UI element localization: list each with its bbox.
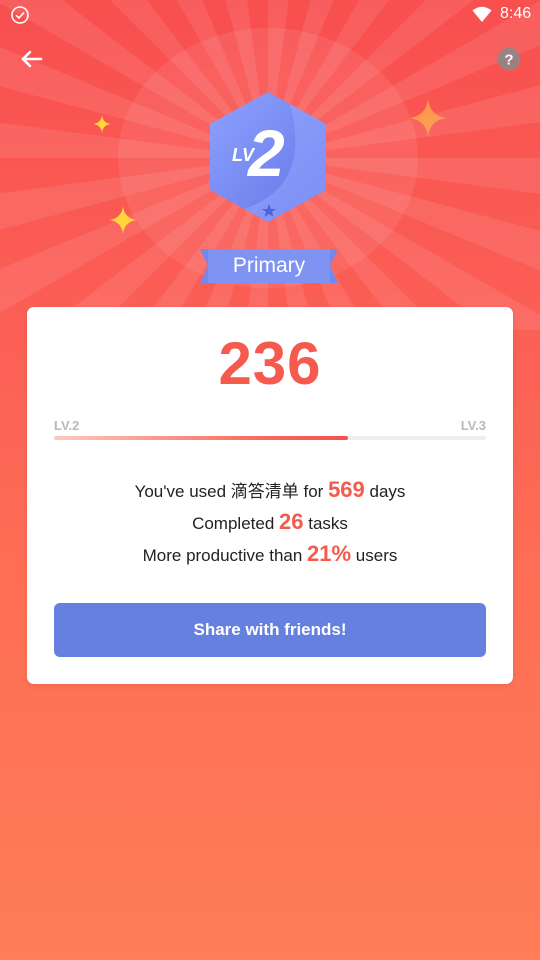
current-level-label: LV.2 (54, 418, 80, 433)
stat-value: 569 (328, 477, 365, 502)
score-value: 236 (218, 330, 322, 397)
stat-text: Completed (192, 514, 280, 533)
share-button[interactable]: Share with friends! (54, 603, 486, 657)
stat-text: days (364, 482, 406, 501)
level-badge: LV 2 (210, 92, 326, 222)
level-progress-bar (54, 436, 486, 440)
help-button[interactable]: ? (497, 47, 521, 71)
sparkle-icon (93, 115, 111, 133)
status-time: 8:46 (500, 5, 532, 22)
next-level-label: LV.3 (460, 418, 486, 433)
stat-text: More productive than (142, 546, 308, 565)
stat-value: 21% (307, 541, 352, 566)
svg-text:?: ? (504, 52, 513, 69)
stat-productivity: More productive than 21% users (27, 541, 513, 567)
stat-days-used: You've used 滴答清单 for 569 days (27, 477, 513, 503)
level-progress-fill (54, 436, 348, 440)
stat-value: 26 (279, 509, 304, 534)
check-circle-icon (11, 6, 29, 24)
badge-number: 2 (246, 116, 285, 190)
level-name: Primary (232, 254, 306, 277)
level-card: 236 LV.2 LV.3 You've used 滴答清单 for 569 d… (27, 307, 513, 684)
status-bar: 8:46 (0, 0, 540, 28)
stat-text: You've used 滴答清单 for (134, 482, 329, 501)
stat-tasks-completed: Completed 26 tasks (27, 509, 513, 535)
back-button[interactable] (18, 46, 46, 72)
stat-text: tasks (303, 514, 348, 533)
sparkle-icon (109, 206, 137, 234)
wifi-icon (472, 6, 492, 22)
stat-text: users (351, 546, 398, 565)
sparkle-icon (409, 99, 447, 137)
arrow-left-icon (21, 50, 43, 68)
question-circle-icon: ? (497, 47, 521, 71)
